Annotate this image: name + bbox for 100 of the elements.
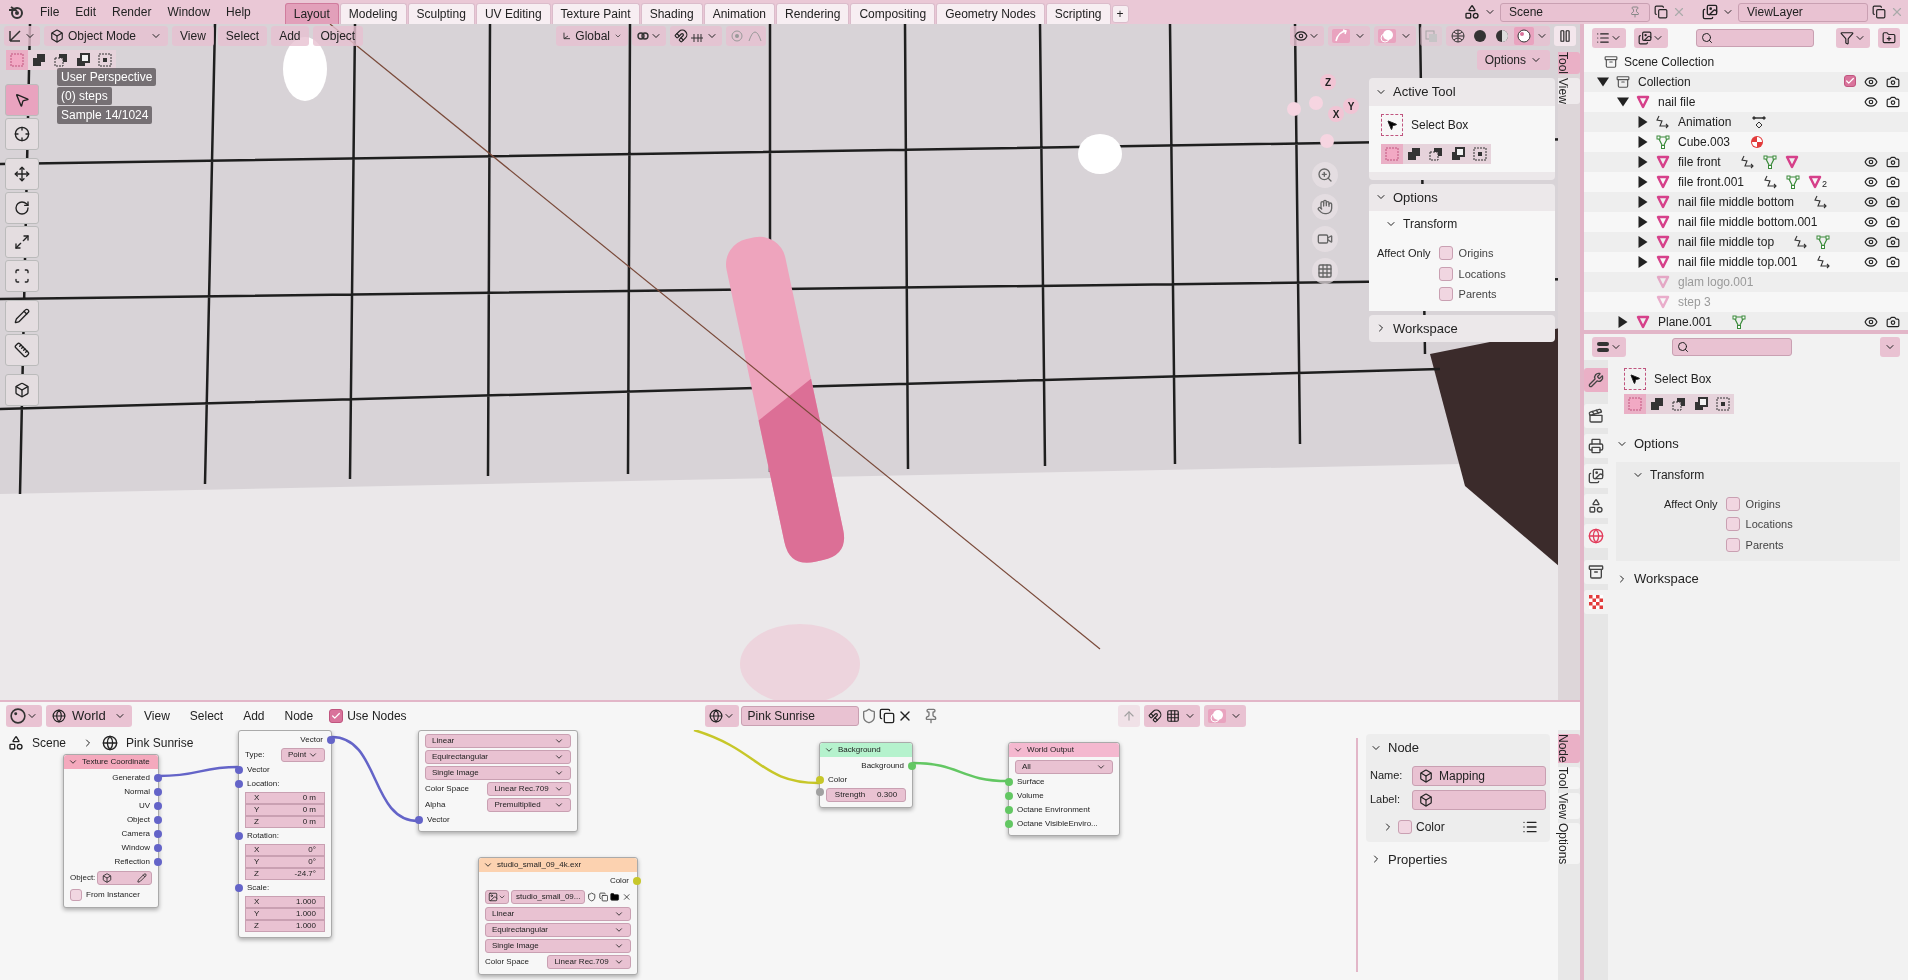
node-dropdown[interactable]: Equirectangular — [425, 750, 571, 764]
node-header[interactable]: Background — [820, 743, 912, 757]
menu-item[interactable]: Object — [312, 26, 364, 46]
node-dropdown[interactable]: Linear Rec.709 — [487, 782, 571, 796]
workspace-tab[interactable]: Scripting — [1045, 3, 1111, 24]
node-dropdown[interactable]: All — [1015, 760, 1113, 774]
menu-item[interactable]: Add — [271, 26, 309, 46]
number-field[interactable]: Strength 0.300 — [826, 788, 906, 802]
outliner-row[interactable]: Plane.001 — [1584, 312, 1908, 332]
add-workspace-button[interactable]: + — [1111, 5, 1129, 23]
checkbox-label: Color — [1416, 818, 1445, 836]
node-card[interactable]: Vector Type: Point Vector Location: X 0 m Y 0 m Z 0 m Rotation: X 0° Y 0° Z -24.7° Scale: X 1.000 Y 1.000 Z 1.000 — [238, 730, 332, 938]
menu-item[interactable]: Render — [104, 3, 160, 21]
number-field[interactable]: Y 1.000 — [245, 908, 325, 920]
number-field[interactable]: X 1.000 — [245, 896, 325, 908]
sidebar-tab[interactable]: Tool — [1558, 52, 1580, 74]
number-field[interactable]: Y 0 m — [245, 804, 325, 816]
outliner-row[interactable]: nail file middle top — [1584, 232, 1908, 252]
image-name-field[interactable]: studio_small_09... — [511, 890, 586, 904]
shader-type-dropdown[interactable]: World — [46, 705, 132, 727]
sidebar-tab[interactable]: Node — [1558, 734, 1580, 763]
panel-title: Workspace — [1634, 570, 1699, 588]
socket-label: Background — [861, 760, 904, 772]
workspace-tab[interactable]: Compositing — [850, 3, 936, 24]
number-field[interactable]: Z -24.7° — [245, 868, 325, 880]
menu-item[interactable]: View — [136, 707, 178, 725]
node-dropdown[interactable]: Linear — [485, 907, 631, 921]
node-card[interactable]: studio_small_09_4k.exr Color studio_small_09... Linear Equirectangular Single Image Color Space Linear Rec.709 — [478, 857, 638, 975]
node-dropdown[interactable]: Linear — [425, 734, 571, 748]
checkbox-label: From Instancer — [86, 889, 140, 901]
world-name-field[interactable]: Pink Sunrise — [740, 706, 859, 726]
outliner-row[interactable]: nail file middle bottom — [1584, 192, 1908, 212]
sidebar-tab[interactable]: View — [1558, 792, 1580, 819]
menu-item[interactable]: File — [32, 3, 68, 21]
menu-item[interactable]: Add — [235, 707, 273, 725]
panel-header[interactable]: Active Tool — [1375, 78, 1549, 106]
options-button[interactable]: Options — [1476, 50, 1550, 70]
outliner-row[interactable]: file front — [1584, 152, 1908, 172]
workspace-tab[interactable]: Rendering — [776, 3, 850, 24]
workspace-tab[interactable]: UV Editing — [475, 3, 551, 24]
panel-header[interactable]: Options — [1375, 183, 1549, 211]
socket-label: Window — [121, 842, 150, 854]
panel-header[interactable]: Workspace — [1375, 314, 1549, 342]
field-label: Label: — [1370, 792, 1401, 808]
node-dropdown[interactable]: Linear Rec.709 — [547, 955, 631, 969]
workspace-tab[interactable]: Animation — [703, 3, 776, 24]
menu-item[interactable]: Edit — [67, 3, 105, 21]
workspace-tab[interactable]: Shading — [640, 3, 703, 24]
node-dropdown[interactable]: Single Image — [425, 766, 571, 780]
number-field[interactable]: Z 0 m — [245, 816, 325, 828]
node-dropdown[interactable]: Single Image — [485, 939, 631, 953]
menu-item[interactable]: Node — [276, 707, 322, 725]
node-dropdown[interactable]: Point — [281, 748, 325, 762]
menu-item[interactable]: Select — [217, 26, 268, 46]
panel-title: Active Tool — [1393, 83, 1456, 101]
name-field[interactable]: Mapping — [1412, 765, 1546, 786]
node-card[interactable]: Linear Equirectangular Single Image Color Space Linear Rec.709 Alpha Premultiplied Vector — [418, 730, 578, 832]
sidebar-tab[interactable]: Options — [1558, 822, 1580, 864]
number-field[interactable]: X 0 m — [245, 792, 325, 804]
number-field[interactable]: Z 1.000 — [245, 920, 325, 932]
tool-name: Select Box — [1654, 371, 1712, 388]
node-card[interactable]: World Output All Surface Volume Octane Environment Octane VisibleEnviro... — [1008, 742, 1120, 836]
menu-item[interactable]: Window — [159, 3, 219, 21]
outliner-row[interactable]: Collection — [1584, 72, 1908, 92]
node-header[interactable]: World Output — [1009, 743, 1119, 757]
workspace-tab[interactable]: Modeling — [339, 3, 407, 24]
workspace-tab[interactable]: Geometry Nodes — [936, 3, 1045, 24]
panel-header[interactable]: Workspace — [1616, 565, 1900, 593]
panel-header[interactable]: Options — [1616, 430, 1900, 458]
node-dropdown[interactable]: Equirectangular — [485, 923, 631, 937]
panel-header[interactable]: Properties — [1370, 845, 1546, 873]
outliner-item: glam logo.001 — [1678, 274, 1754, 291]
menu-item[interactable]: Select — [181, 707, 232, 725]
node-header[interactable]: Texture Coordinate — [64, 755, 158, 769]
checkbox-label: Origins — [1458, 246, 1494, 261]
field-label: Alpha — [425, 799, 447, 811]
node-card[interactable]: Texture Coordinate Generated Normal UV Object Camera Window Reflection Object: From Instancer — [63, 754, 159, 908]
checkbox-label: Locations — [1745, 517, 1793, 532]
view-layer-field[interactable]: ViewLayer — [1738, 2, 1868, 22]
sidebar-tab[interactable]: View — [1558, 78, 1580, 104]
viewport-info-text: (0) steps — [57, 87, 112, 105]
node-dropdown[interactable]: Premultiplied — [487, 798, 571, 812]
scene-field[interactable]: Scene — [1500, 2, 1650, 22]
mode-dropdown[interactable]: Object Mode — [44, 26, 168, 46]
node-header[interactable]: studio_small_09_4k.exr — [479, 858, 637, 872]
workspace-tab[interactable]: Sculpting — [407, 3, 475, 24]
workspace-tab[interactable]: Texture Paint — [551, 3, 640, 24]
outliner-row[interactable]: Animation — [1584, 112, 1908, 132]
subpanel-title: Transform — [1403, 216, 1458, 233]
node-card[interactable]: Background Background Color Strength 0.300 — [819, 742, 913, 808]
subpanel-title: Transform — [1650, 466, 1705, 484]
panel-header[interactable]: Node — [1370, 734, 1546, 762]
menu-item[interactable]: View — [172, 26, 214, 46]
workspace-tab[interactable]: Layout — [284, 3, 339, 24]
sidebar-tab[interactable]: Tool — [1558, 766, 1580, 789]
panel-title: Workspace — [1393, 319, 1458, 338]
menu-item[interactable]: Help — [218, 3, 259, 21]
number-field[interactable]: X 0° — [245, 844, 325, 856]
number-field[interactable]: Y 0° — [245, 856, 325, 868]
orientation-dropdown[interactable]: Global — [556, 26, 628, 46]
